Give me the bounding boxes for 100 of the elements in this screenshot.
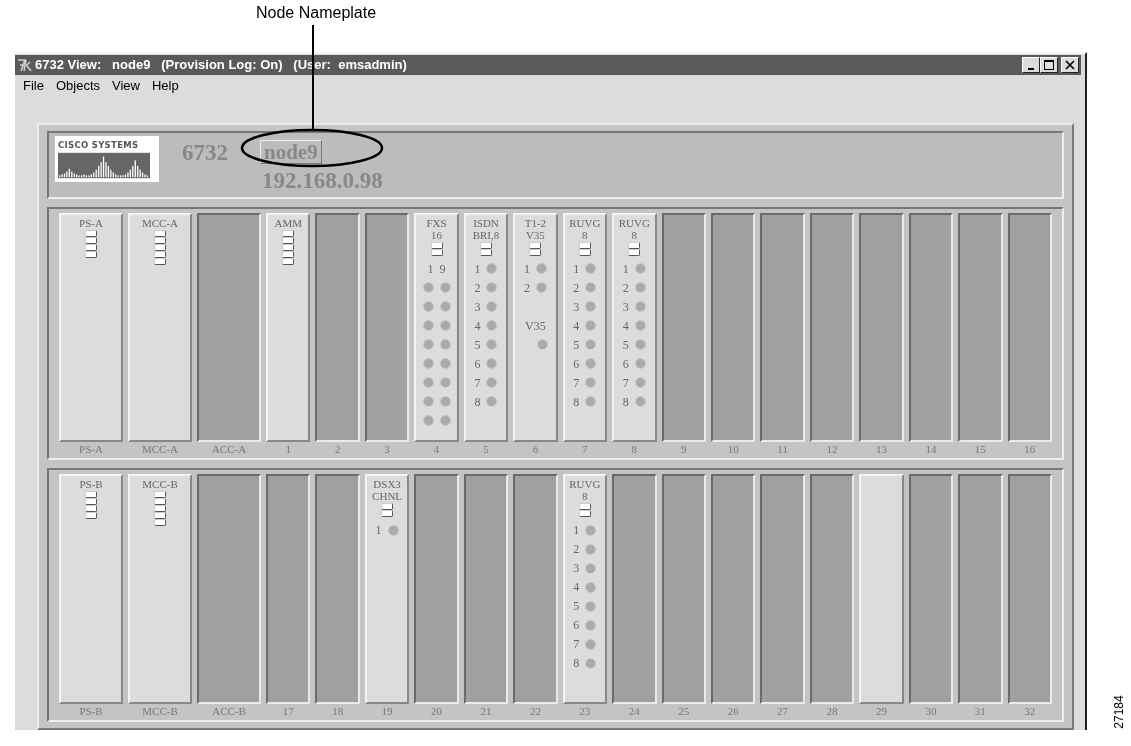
line-card[interactable]: MCC-B [128,474,192,704]
port-led [422,377,434,389]
port-label: 1 [375,523,382,538]
port-label: 6 [573,618,580,633]
port-label: 7 [474,375,481,390]
line-card[interactable]: MCC-A [128,212,192,443]
port-label: 4 [573,580,580,595]
empty-slot[interactable] [760,474,805,704]
empty-slot[interactable] [1007,474,1052,704]
empty-slot[interactable] [958,474,1003,704]
empty-slot[interactable] [1007,212,1052,443]
port-led [585,657,597,669]
empty-slot[interactable] [612,474,657,704]
line-card[interactable]: T1-2 V35 1 2 V35 [513,212,558,443]
port-led [585,524,597,536]
slot-label: 28 [825,704,839,718]
port-label: 3 [622,299,629,314]
port-label: 6 [622,356,629,371]
empty-slot[interactable] [859,212,904,443]
slot-label: 15 [973,442,987,457]
port-led [439,358,451,370]
empty-slot[interactable] [760,212,805,443]
empty-slot[interactable] [197,212,261,443]
line-card[interactable]: RUVG 8 1 2 3 4 5 6 7 8 [562,212,608,443]
card-label: PS-A [79,216,103,229]
logo-bars-icon [58,151,150,179]
menu-item[interactable]: Help [146,78,185,94]
slot-label: 21 [479,704,493,718]
port-led [634,339,646,351]
figure-id: 27184 [1111,695,1126,729]
line-card[interactable]: ISDN BRI,8 1 2 3 4 5 6 7 8 [463,212,509,443]
port-label: 5 [622,337,629,352]
line-card[interactable] [859,474,904,704]
empty-slot[interactable] [315,212,360,443]
port-led [585,301,597,313]
slot-label: 7 [581,442,589,457]
port-led [486,320,498,332]
port-led [535,263,547,275]
maximize-button[interactable] [1040,56,1058,73]
slot-label: PS-A [78,442,104,457]
line-card[interactable]: DSX3 CHNL 1 [364,474,410,704]
menu-item[interactable]: Objects [49,78,107,94]
port-led [486,358,498,370]
empty-slot[interactable] [463,474,509,704]
port-label: 5 [573,337,580,352]
empty-slot[interactable] [266,474,311,704]
empty-slot[interactable] [908,212,954,443]
port-label: 8 [474,394,481,409]
slot-label: 20 [430,704,444,718]
empty-slot[interactable] [809,212,855,443]
port-led [537,339,549,351]
slot-label: 25 [677,704,691,718]
empty-slot[interactable] [661,212,706,443]
line-card[interactable]: AMM [266,212,311,443]
port-label: V35 [525,318,546,333]
port-led [585,396,597,408]
empty-slot[interactable] [908,474,954,704]
maximize-icon [1044,59,1054,70]
slot-label: MCC-A [140,442,180,457]
logo-text: CISCO SYSTEMS [58,139,140,150]
port-led [486,282,498,294]
empty-slot[interactable] [364,212,410,443]
slot-label: ACC-B [211,704,247,718]
card-label: FXS 16 [426,216,447,241]
slot-label: 17 [281,704,295,718]
slot-label: 19 [380,704,394,718]
port-label: 1 [573,261,580,276]
minimize-button[interactable] [1022,56,1040,73]
empty-slot[interactable] [414,474,459,704]
port-led [387,524,399,536]
empty-slot[interactable] [809,474,855,704]
slot-label: 4 [432,442,441,457]
port-label: 2 [573,542,580,557]
card-label: RUVG 8 [569,478,601,503]
port-led [585,543,597,555]
port-led [535,282,547,294]
line-card[interactable]: FXS 16 1 9 [414,212,459,443]
empty-slot[interactable] [661,474,706,704]
line-card[interactable]: RUVG 8 1 2 3 4 5 6 7 8 [562,474,608,704]
port-led [439,282,451,294]
menu-item[interactable]: File [17,78,50,94]
slot-label: 10 [726,442,740,457]
line-card[interactable]: RUVG 8 1 2 3 4 5 6 7 8 [612,212,657,443]
app-icon [17,57,33,72]
empty-slot[interactable] [710,212,756,443]
close-button[interactable] [1061,56,1079,73]
slot-label: 14 [924,442,938,457]
port-led [439,396,451,408]
line-card[interactable]: PS-A [59,212,123,443]
port-led [439,320,451,332]
empty-slot[interactable] [958,212,1003,443]
empty-slot[interactable] [513,474,558,704]
menu-item[interactable]: View [106,78,146,94]
empty-slot[interactable] [197,474,261,704]
card-label: ISDN BRI,8 [472,216,500,241]
line-card[interactable]: PS-B [59,474,123,704]
empty-slot[interactable] [710,474,756,704]
port-label: 1 [573,523,580,538]
empty-slot[interactable] [315,474,360,704]
slot-label: 3 [383,442,391,457]
